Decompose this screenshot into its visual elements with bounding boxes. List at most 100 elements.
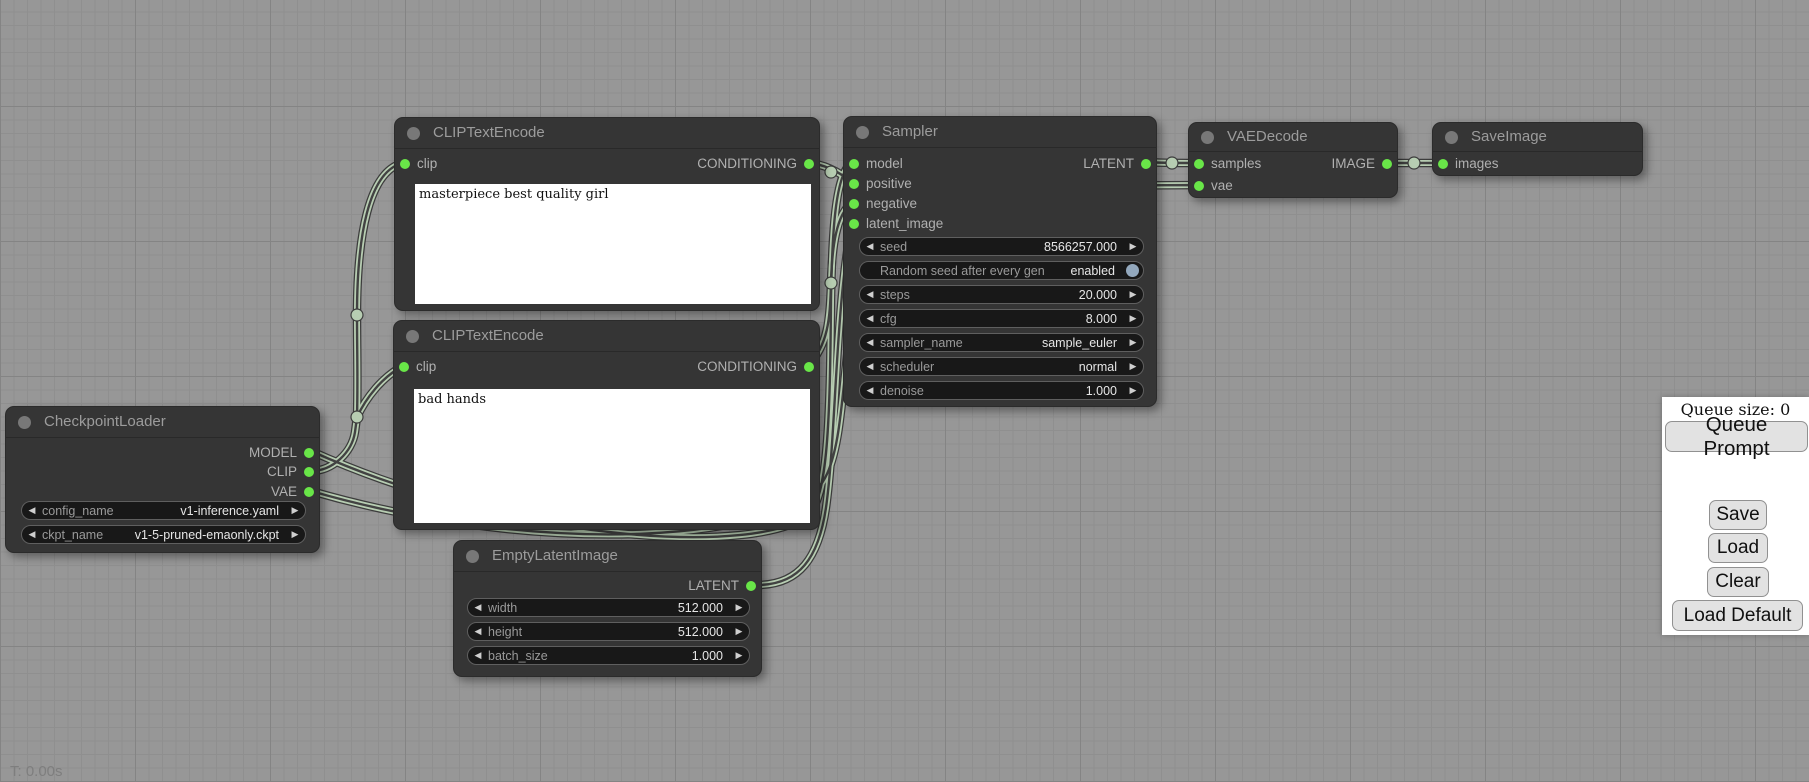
decrement-arrow-icon[interactable]: ◀ [860,381,880,400]
node-title: EmptyLatentImage [492,547,618,564]
input-slot-vae: vae [1189,176,1397,196]
input-dot-positive[interactable] [849,179,859,189]
input-dot-samples[interactable] [1194,159,1204,169]
load-default-button[interactable]: Load Default [1672,600,1803,631]
input-dot-negative[interactable] [849,199,859,209]
output-dot-conditioning[interactable] [804,362,814,372]
node-header[interactable]: VAEDecode [1189,123,1397,152]
widget-random-seed-toggle[interactable]: Random seed after every gen enabled [859,261,1144,280]
output-slot-model: MODEL [6,443,319,463]
input-dot-model[interactable] [849,159,859,169]
node-header[interactable]: SaveImage [1433,123,1642,152]
node-vae-decode[interactable]: VAEDecode samples IMAGE vae [1188,122,1398,198]
increment-arrow-icon[interactable]: ▶ [729,622,749,641]
increment-arrow-icon[interactable]: ▶ [1123,237,1143,256]
increment-arrow-icon[interactable]: ▶ [729,598,749,617]
widget-height[interactable]: ◀ height 512.000 ▶ [467,622,750,641]
decrement-arrow-icon[interactable]: ◀ [860,333,880,352]
collapse-dot-icon[interactable] [466,550,479,563]
node-header[interactable]: EmptyLatentImage [454,541,761,572]
node-header[interactable]: CheckpointLoader [6,407,319,438]
increment-arrow-icon[interactable]: ▶ [1123,333,1143,352]
widget-steps[interactable]: ◀ steps 20.000 ▶ [859,285,1144,304]
output-dot-clip[interactable] [304,467,314,477]
output-slot-vae: VAE [6,482,319,502]
widget-cfg[interactable]: ◀ cfg 8.000 ▶ [859,309,1144,328]
widget-batch-size[interactable]: ◀ batch_size 1.000 ▶ [467,646,750,665]
input-dot-clip[interactable] [399,362,409,372]
slot-row: clip CONDITIONING [395,154,819,174]
widget-ckpt-name[interactable]: ◀ ckpt_name v1-5-pruned-emaonly.ckpt ▶ [21,525,306,544]
widget-config-name[interactable]: ◀ config_name v1-inference.yaml ▶ [21,501,306,520]
slot-row: samples IMAGE [1189,154,1397,174]
increment-arrow-icon[interactable]: ▶ [1123,381,1143,400]
positive-prompt-textarea[interactable]: masterpiece best quality girl [415,184,811,304]
output-dot-latent[interactable] [1141,159,1151,169]
input-dot-clip[interactable] [400,159,410,169]
decrement-arrow-icon[interactable]: ◀ [860,357,880,376]
node-header[interactable]: CLIPTextEncode [394,321,819,352]
input-slot-positive: positive [844,174,1156,194]
node-title: VAEDecode [1227,128,1308,145]
collapse-dot-icon[interactable] [856,126,869,139]
increment-arrow-icon[interactable]: ▶ [1123,285,1143,304]
decrement-arrow-icon[interactable]: ◀ [22,501,42,520]
output-dot-conditioning[interactable] [804,159,814,169]
decrement-arrow-icon[interactable]: ◀ [860,309,880,328]
negative-prompt-textarea[interactable]: bad hands [414,389,810,523]
increment-arrow-icon[interactable]: ▶ [1123,309,1143,328]
node-sampler[interactable]: Sampler model LATENT positive negative l… [843,116,1157,407]
node-save-image[interactable]: SaveImage images [1432,122,1643,176]
slot-row: clip CONDITIONING [394,357,819,377]
input-slot-latent-image: latent_image [844,214,1156,234]
node-title: CLIPTextEncode [432,327,544,344]
node-title: CheckpointLoader [44,413,166,430]
node-title: SaveImage [1471,128,1547,145]
collapse-dot-icon[interactable] [1201,131,1214,144]
collapse-dot-icon[interactable] [407,127,420,140]
node-empty-latent-image[interactable]: EmptyLatentImage LATENT ◀ width 512.000 … [453,540,762,677]
increment-arrow-icon[interactable]: ▶ [729,646,749,665]
widget-denoise[interactable]: ◀ denoise 1.000 ▶ [859,381,1144,400]
widget-scheduler[interactable]: ◀ scheduler normal ▶ [859,357,1144,376]
collapse-dot-icon[interactable] [1445,131,1458,144]
toggle-circle-icon[interactable] [1126,264,1139,277]
decrement-arrow-icon[interactable]: ◀ [468,622,488,641]
node-header[interactable]: Sampler [844,117,1156,148]
node-checkpoint-loader[interactable]: CheckpointLoader MODEL CLIP VAE ◀ config… [5,406,320,553]
widget-width[interactable]: ◀ width 512.000 ▶ [467,598,750,617]
node-title: CLIPTextEncode [433,124,545,141]
output-dot-latent[interactable] [746,581,756,591]
load-button[interactable]: Load [1708,533,1768,563]
output-slot-latent: LATENT [454,576,761,596]
node-header[interactable]: CLIPTextEncode [395,118,819,149]
save-button[interactable]: Save [1709,500,1767,530]
output-dot-vae[interactable] [304,487,314,497]
decrement-arrow-icon[interactable]: ◀ [468,598,488,617]
slot-row: model LATENT [844,154,1156,174]
increment-arrow-icon[interactable]: ▶ [285,501,305,520]
node-clip-text-encode-positive[interactable]: CLIPTextEncode clip CONDITIONING masterp… [394,117,820,311]
input-dot-vae[interactable] [1194,181,1204,191]
input-dot-images[interactable] [1438,159,1448,169]
widget-seed[interactable]: ◀ seed 8566257.000 ▶ [859,237,1144,256]
output-dot-model[interactable] [304,448,314,458]
collapse-dot-icon[interactable] [18,416,31,429]
input-slot-negative: negative [844,194,1156,214]
side-menu-panel: Queue size: 0 Queue Prompt Save Load Cle… [1662,397,1809,635]
decrement-arrow-icon[interactable]: ◀ [468,646,488,665]
queue-prompt-button[interactable]: Queue Prompt [1665,421,1808,452]
comfyui-canvas[interactable]: { "canvas": { "render_time": "T: 0.00s" … [0,0,1809,782]
clear-button[interactable]: Clear [1707,567,1769,597]
collapse-dot-icon[interactable] [406,330,419,343]
decrement-arrow-icon[interactable]: ◀ [22,525,42,544]
output-slot-clip: CLIP [6,462,319,482]
widget-sampler-name[interactable]: ◀ sampler_name sample_euler ▶ [859,333,1144,352]
increment-arrow-icon[interactable]: ▶ [1123,357,1143,376]
increment-arrow-icon[interactable]: ▶ [285,525,305,544]
decrement-arrow-icon[interactable]: ◀ [860,285,880,304]
decrement-arrow-icon[interactable]: ◀ [860,237,880,256]
output-dot-image[interactable] [1382,159,1392,169]
input-dot-latent-image[interactable] [849,219,859,229]
node-clip-text-encode-negative[interactable]: CLIPTextEncode clip CONDITIONING bad han… [393,320,820,530]
